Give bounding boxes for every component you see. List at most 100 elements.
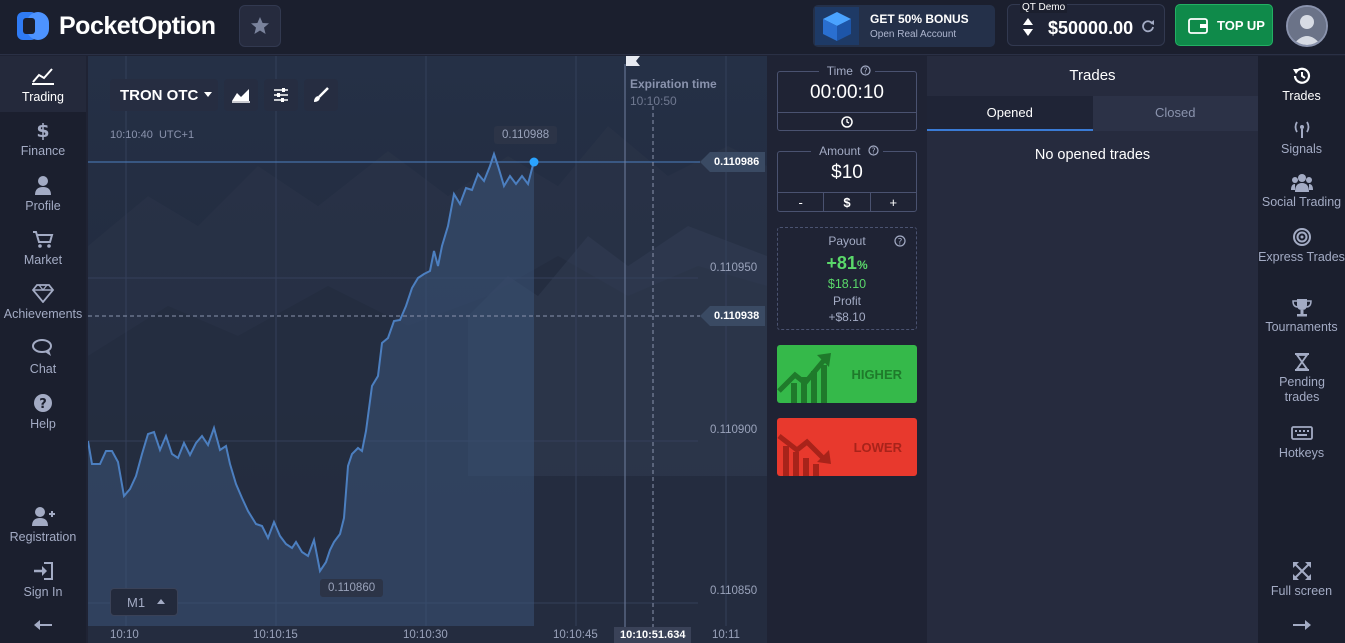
nav-sign-in[interactable]: Sign In [0, 561, 86, 599]
chart-type-button[interactable] [224, 79, 258, 111]
help-icon[interactable]: ? [860, 65, 871, 76]
tab-closed[interactable]: Closed [1092, 96, 1258, 131]
fullscreen-icon [1292, 562, 1311, 580]
nav-express-trades[interactable]: Express Trades [1258, 227, 1345, 265]
chevron-up-icon [157, 599, 166, 604]
cart-icon [33, 231, 54, 248]
current-time-tag: 10:10:51.634 [614, 627, 692, 643]
user-icon [35, 176, 51, 195]
payout-percent: +81% [778, 253, 916, 274]
chart-clock: 10:10:40 UTC+1 [110, 129, 194, 141]
indicators-button[interactable] [264, 79, 298, 111]
help-icon: ? [34, 394, 52, 412]
chart-line-icon [32, 68, 54, 85]
nav-finance[interactable]: $ Finance [0, 120, 86, 158]
nav-profile[interactable]: Profile [0, 175, 86, 213]
amount-value[interactable]: $10 [778, 162, 916, 184]
trade-panel: Time ? 00:00:10 Amount ? $10 - $ + Payou… [767, 56, 927, 643]
nav-chat[interactable]: Chat [0, 338, 86, 376]
diamond-icon [31, 284, 55, 303]
nav-market[interactable]: Market [0, 229, 86, 267]
bonus-banner[interactable]: GET 50% BONUS Open Real Account [813, 5, 995, 47]
nav-label: Finance [20, 144, 66, 158]
price-series [88, 64, 700, 643]
payout-box: Payout ? +81% $18.10 Profit +$8.10 [777, 227, 917, 330]
users-icon [1290, 174, 1313, 192]
svg-text:$: $ [36, 120, 49, 140]
logo-icon [17, 12, 49, 40]
nav-label: Profile [25, 199, 61, 213]
drawing-tools-button[interactable] [304, 79, 338, 111]
current-price-tag: 0.110986 [700, 152, 766, 172]
logo[interactable]: PocketOption [17, 10, 216, 42]
price-area [88, 154, 534, 626]
top-up-button[interactable]: TOP UP [1175, 4, 1273, 46]
higher-button[interactable]: HIGHER [777, 345, 917, 403]
keyboard-icon [1290, 426, 1313, 440]
nav-trades[interactable]: Trades [1258, 66, 1345, 104]
nav-label: Express Trades [1258, 250, 1345, 264]
timeframe-selector[interactable]: M1 [110, 588, 178, 616]
fullscreen-button[interactable]: Full screen [1258, 561, 1345, 599]
tab-opened[interactable]: Opened [927, 96, 1093, 131]
nav-tournaments[interactable]: Tournaments [1258, 297, 1345, 335]
collapse-arrow-icon[interactable] [33, 619, 53, 631]
account-selector[interactable]: QT Demo $50000.00 [1007, 2, 1165, 46]
brush-icon [314, 87, 329, 102]
time-label: Time [822, 64, 857, 78]
timeframe-label: M1 [127, 594, 146, 610]
currency-button[interactable]: $ [824, 193, 871, 212]
clock-icon [841, 116, 853, 128]
time-picker-toggle[interactable] [778, 112, 916, 131]
trophy-icon [1291, 299, 1312, 317]
avatar[interactable] [1286, 5, 1328, 47]
help-icon[interactable]: ? [894, 235, 906, 247]
nav-label: Chat [29, 362, 57, 376]
user-avatar-icon [1288, 7, 1326, 45]
favorites-button[interactable] [239, 5, 281, 47]
help-icon[interactable]: ? [868, 145, 879, 156]
amount-decrease-button[interactable]: - [778, 193, 825, 212]
bonus-title: GET 50% BONUS [870, 12, 969, 26]
nav-signals[interactable]: Signals [1258, 119, 1345, 157]
amount-box[interactable]: Amount ? $10 - $ + [777, 144, 917, 212]
profit-label: Profit [832, 294, 861, 308]
strike-price-tag: 0.110938 [700, 306, 766, 326]
svg-text:?: ? [39, 397, 47, 412]
left-sidebar: Trading $ Finance Profile Market Achieve… [0, 56, 86, 643]
nav-label: Help [30, 417, 56, 431]
top-up-label: TOP UP [1217, 17, 1265, 33]
nav-hotkeys[interactable]: Hotkeys [1258, 423, 1345, 461]
nav-label: Social Trading [1261, 195, 1342, 209]
expiration-label: Expiration time [630, 77, 717, 91]
history-icon [1292, 67, 1310, 84]
star-icon [251, 17, 269, 34]
time-tick: 10:10:15 [253, 629, 298, 641]
nav-achievements[interactable]: Achievements [0, 283, 86, 321]
hourglass-icon [1294, 353, 1309, 371]
nav-help[interactable]: ? Help [0, 393, 86, 431]
lower-label: LOWER [853, 440, 902, 455]
sort-arrows-icon [1023, 18, 1033, 36]
time-value[interactable]: 00:00:10 [778, 82, 916, 104]
nav-social-trading[interactable]: Social Trading [1258, 172, 1345, 210]
trades-title: Trades [1069, 67, 1116, 84]
price-level-label: 0.110850 [710, 585, 758, 597]
asset-selector[interactable]: TRON OTC [110, 79, 218, 111]
right-sidebar: Trades Signals Social Trading Express Tr… [1258, 56, 1345, 643]
expiration-time: 10:10:50 [630, 94, 677, 108]
amount-increase-button[interactable]: + [871, 193, 916, 212]
lower-button[interactable]: LOWER [777, 418, 917, 476]
nav-trading[interactable]: Trading [0, 56, 86, 112]
trades-tabs: Opened Closed [927, 96, 1258, 131]
price-chart[interactable] [88, 56, 767, 643]
time-box[interactable]: Time ? 00:00:10 [777, 64, 917, 131]
svg-text:?: ? [864, 67, 868, 76]
nav-registration[interactable]: Registration [0, 506, 86, 544]
refresh-icon[interactable] [1141, 19, 1155, 33]
higher-label: HIGHER [851, 367, 902, 382]
signal-icon [1294, 121, 1309, 138]
bonus-subtitle: Open Real Account [870, 29, 957, 40]
collapse-arrow-icon[interactable] [1292, 619, 1312, 631]
nav-pending-trades[interactable]: Pending trades [1258, 352, 1345, 405]
